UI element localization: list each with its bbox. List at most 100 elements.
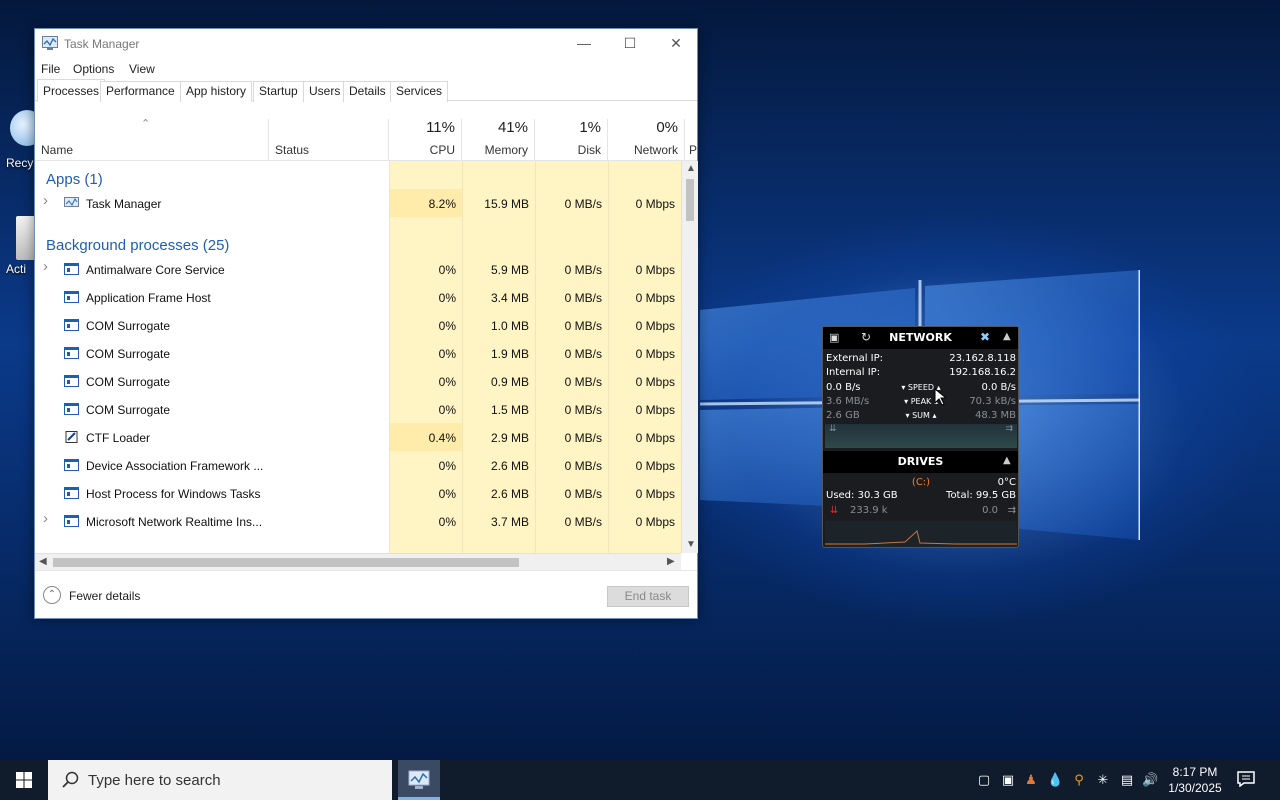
scroll-down-arrow[interactable]: ▼ — [686, 539, 696, 550]
settings-tools-icon[interactable]: ✖ — [980, 330, 990, 344]
sum-row: 2.6 GB ▾ SUM ▴ 48.3 MB — [826, 410, 1016, 421]
process-row[interactable]: › Microsoft Network Realtime Ins... 0% 3.7 … — [35, 507, 681, 535]
scroll-left-arrow[interactable]: ◀ — [39, 556, 47, 567]
process-net-value: 0 Mbps — [635, 403, 675, 417]
tab-app-history[interactable]: App history — [180, 81, 253, 102]
process-disk-value: 0 MB/s — [564, 403, 602, 417]
maximize-button[interactable]: ☐ — [607, 29, 653, 57]
process-name: Antimalware Core Service — [86, 263, 225, 277]
process-mem-value: 3.4 MB — [490, 291, 529, 305]
process-row[interactable]: Application Frame Host 0% 3.4 MB 0 MB/s 0 Mb… — [35, 283, 681, 311]
peak-row: 3.6 MB/s ▾ PEAK ▴ 70.3 kB/s — [826, 396, 1016, 407]
mouse-cursor-icon — [934, 388, 946, 406]
tab-users[interactable]: Users — [303, 81, 347, 102]
process-row[interactable]: Device Association Framework ... 0% 2.6 MB… — [35, 451, 681, 479]
chevron-up-icon[interactable]: ⌃ — [43, 586, 61, 604]
column-header-network[interactable]: 0% Network — [608, 119, 685, 161]
process-net-value: 0 Mbps — [635, 459, 675, 473]
menu-view[interactable]: View — [129, 62, 155, 76]
vertical-scrollbar[interactable]: ▲ ▼ — [681, 161, 698, 553]
start-button[interactable] — [0, 760, 48, 800]
process-row[interactable]: › Antimalware Core Service 0% 5.9 MB 0 MB/s 0… — [35, 255, 681, 283]
service-icon — [64, 291, 79, 303]
process-row[interactable]: COM Surrogate 0% 1.9 MB 0 MB/s 0 Mbps — [35, 339, 681, 367]
horizontal-scrollbar[interactable]: ◀ ▶ — [35, 553, 681, 570]
tray-clipboard-icon[interactable]: ▣ — [1000, 772, 1016, 788]
horizontal-scroll-thumb[interactable] — [53, 558, 519, 567]
process-disk-value: 0 MB/s — [564, 197, 602, 211]
drives-header: DRIVES ▲ — [823, 451, 1018, 473]
expand-chevron-icon[interactable]: › — [43, 258, 48, 275]
minimize-button[interactable]: — — [561, 29, 607, 57]
clock-time: 8:17 PM — [1172, 765, 1218, 779]
upload-chevron-icon: ⇉ — [1005, 424, 1013, 434]
tab-details[interactable]: Details — [343, 81, 392, 102]
column-header-status[interactable]: Status — [269, 119, 389, 161]
column-header-memory[interactable]: 41% Memory — [462, 119, 535, 161]
process-cpu-value: 0% — [438, 403, 456, 417]
scroll-up-arrow[interactable]: ▲ — [686, 163, 696, 174]
process-row[interactable]: › Task Manager 8.2% 15.9 MB 0 MB/s 0 Mbps — [35, 189, 681, 217]
menu-file[interactable]: File — [41, 62, 60, 76]
menu-options[interactable]: Options — [73, 62, 114, 76]
drive-c-row: (C:) 0°C — [911, 477, 1016, 488]
process-net-value: 0 Mbps — [635, 487, 675, 501]
drives-collapse-icon[interactable]: ▲ — [1003, 455, 1011, 466]
scroll-right-arrow[interactable]: ▶ — [667, 556, 675, 567]
column-header-cpu[interactable]: 11% CPU — [389, 119, 462, 161]
process-name: Task Manager — [86, 197, 162, 211]
process-name: Microsoft Network Realtime Ins... — [86, 515, 263, 529]
close-button[interactable]: ✕ — [653, 29, 699, 57]
tab-performance[interactable]: Performance — [100, 81, 181, 102]
tray-volume-icon[interactable]: 🔊 — [1142, 772, 1158, 788]
process-net-value: 0 Mbps — [635, 319, 675, 333]
internal-ip-row: Internal IP: 192.168.16.2 — [826, 367, 1016, 378]
process-cpu-value: 0% — [438, 263, 456, 277]
tray-people-icon[interactable]: ♟ — [1023, 772, 1039, 788]
read-icon: ⇊ — [830, 505, 839, 516]
process-disk-value: 0 MB/s — [564, 319, 602, 333]
fewer-details-link[interactable]: Fewer details — [69, 589, 140, 603]
tab-processes[interactable]: Processes — [37, 79, 106, 102]
tray-network-icon[interactable]: ▤ — [1119, 772, 1135, 788]
taskbar-clock[interactable]: 8:17 PM 1/30/2025 — [1160, 764, 1230, 796]
process-row[interactable]: COM Surrogate 0% 0.9 MB 0 MB/s 0 Mbps — [35, 367, 681, 395]
expand-chevron-icon[interactable]: › — [43, 192, 48, 209]
notification-icon[interactable] — [1237, 771, 1255, 787]
process-cpu-value: 0% — [438, 375, 456, 389]
process-mem-value: 1.5 MB — [490, 403, 529, 417]
process-disk-value: 0 MB/s — [564, 431, 602, 445]
title-bar[interactable]: Task Manager — ☐ ✕ — [35, 29, 697, 57]
end-task-button[interactable]: End task — [607, 586, 689, 607]
external-ip-row: External IP: 23.162.8.118 — [826, 353, 1016, 364]
group-header-background: Background processes (25) — [46, 237, 230, 254]
vertical-scroll-thumb[interactable] — [686, 179, 694, 221]
task-manager-icon — [64, 197, 79, 207]
tray-search-icon[interactable]: ⚲ — [1071, 772, 1087, 788]
process-disk-value: 0 MB/s — [564, 291, 602, 305]
expand-chevron-icon[interactable]: › — [43, 510, 48, 527]
column-header-name[interactable]: ⌃ Name — [35, 118, 269, 161]
process-name: Host Process for Windows Tasks — [86, 487, 261, 501]
process-row[interactable]: Host Process for Windows Tasks 0% 2.6 MB 0 … — [35, 479, 681, 507]
process-mem-value: 0.9 MB — [490, 375, 529, 389]
column-header-disk[interactable]: 1% Disk — [535, 119, 608, 161]
collapse-icon[interactable]: ▲ — [1003, 331, 1011, 342]
process-disk-value: 0 MB/s — [564, 375, 602, 389]
taskbar-task-manager[interactable] — [398, 760, 440, 800]
process-net-value: 0 Mbps — [635, 291, 675, 305]
process-row[interactable]: COM Surrogate 0% 1.5 MB 0 MB/s 0 Mbps — [35, 395, 681, 423]
process-cpu-value: 0% — [438, 459, 456, 473]
process-row[interactable]: CTF Loader 0.4% 2.9 MB 0 MB/s 0 Mbps — [35, 423, 681, 451]
process-row[interactable]: COM Surrogate 0% 1.0 MB 0 MB/s 0 Mbps — [35, 311, 681, 339]
tray-sun-icon[interactable]: ✳ — [1095, 772, 1111, 788]
tray-drop-icon[interactable]: 💧 — [1047, 772, 1063, 788]
column-header-power[interactable]: P — [685, 119, 697, 161]
process-net-value: 0 Mbps — [635, 263, 675, 277]
tab-startup[interactable]: Startup — [253, 81, 304, 102]
service-icon — [64, 263, 79, 275]
taskbar-search-box[interactable]: Type here to search — [48, 760, 392, 800]
tab-services[interactable]: Services — [390, 81, 449, 102]
ctf-loader-icon — [65, 431, 78, 443]
tray-window-icon[interactable]: ▢ — [976, 772, 992, 788]
